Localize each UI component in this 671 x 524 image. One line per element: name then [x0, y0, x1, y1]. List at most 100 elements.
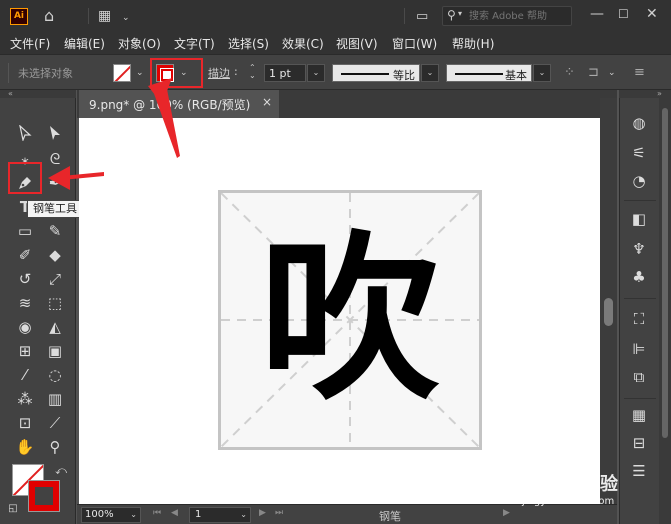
transform-panel-icon[interactable]: ⛶ — [628, 308, 650, 330]
slice-tool-icon[interactable]: ⟋ — [44, 412, 66, 434]
artboard-number-dropdown[interactable]: 1 ⌄ — [189, 507, 251, 523]
expand-icon[interactable]: » — [657, 90, 662, 98]
stroke-weight-dropdown[interactable]: ⌄ — [307, 64, 325, 82]
chevron-down-icon[interactable]: ⌄ — [180, 68, 188, 78]
baidu-watermark: Baidu 经验 jingyan.baidu.com — [508, 466, 658, 516]
zoom-level-dropdown[interactable]: 100% ⌄ — [81, 507, 141, 523]
chevron-down-icon[interactable]: ⌄ — [130, 508, 137, 522]
mesh-tool-icon[interactable]: ⊞ — [14, 340, 36, 362]
eyedropper-tool-icon[interactable]: ⁄ — [14, 364, 36, 386]
properties-panel-icon[interactable]: ⚟ — [628, 142, 650, 164]
swap-fill-stroke-icon[interactable]: ⤺ — [50, 460, 72, 482]
scale-tool-icon[interactable]: ⤢ — [44, 268, 66, 290]
help-search[interactable]: ⚲ ▾ — [442, 6, 572, 26]
align-icon[interactable]: ⁘ — [564, 65, 575, 80]
right-dock-scroll-thumb[interactable] — [662, 108, 668, 438]
brushes-panel-icon[interactable]: ♆ — [628, 238, 650, 260]
artboard[interactable]: 吹 — [218, 190, 482, 450]
artboards-panel-icon[interactable]: ⊟ — [628, 432, 650, 454]
fill-swatch[interactable] — [113, 64, 131, 82]
chevron-down-icon[interactable]: ⌄ — [240, 508, 247, 522]
direct-selection-tool-icon[interactable] — [44, 122, 66, 144]
artboard-number: 1 — [195, 509, 202, 520]
document-tab[interactable]: 9.png* @ 100% (RGB/预览) × — [79, 90, 279, 118]
right-panel-dock: ◍ ⚟ ◔ ◧ ♆ ♣ ⛶ ⊫ ⧉ ▦ ⊟ ☰ — [619, 98, 659, 524]
chevron-down-icon[interactable]: ⌄ — [136, 68, 144, 78]
rectangle-tool-icon[interactable]: ▭ — [14, 220, 36, 242]
menu-view[interactable]: 视图(V) — [336, 35, 378, 52]
vertical-scroll-thumb[interactable] — [604, 298, 613, 326]
shape-builder-tool-icon[interactable]: ◉ — [14, 316, 36, 338]
width-tool-icon[interactable]: ≋ — [14, 292, 36, 314]
brush-label: 基本 — [505, 69, 527, 82]
last-artboard-icon[interactable]: ⏭ — [275, 508, 283, 518]
brush-definition[interactable]: 基本 — [446, 64, 532, 82]
menu-help[interactable]: 帮助(H) — [452, 35, 494, 52]
profile-line — [341, 73, 389, 75]
eraser-tool-icon[interactable]: ◆ — [44, 244, 66, 266]
tools-panel: ⁎ ᘓ ✒ T ▭ ✎ ✐ ◆ ↺ ⤢ ≋ ⬚ ◉ ◭ ⊞ ▣ ⁄ ◌ ⁂ ▥ … — [0, 98, 76, 524]
libraries-panel-icon[interactable]: ◧ — [628, 208, 650, 230]
gradient-tool-icon[interactable]: ▣ — [44, 340, 66, 362]
close-icon[interactable]: × — [262, 95, 272, 109]
menu-window[interactable]: 窗口(W) — [392, 35, 437, 52]
next-artboard-icon[interactable]: ▶ — [259, 508, 266, 518]
artboard-tool-icon[interactable]: ⊡ — [14, 412, 36, 434]
perspective-grid-tool-icon[interactable]: ◭ — [44, 316, 66, 338]
first-artboard-icon[interactable]: ⏮ — [153, 508, 161, 518]
stroke-weight-input[interactable] — [264, 64, 306, 82]
align-panel-icon[interactable]: ⊫ — [628, 338, 650, 360]
symbols-panel-icon[interactable]: ♣ — [628, 266, 650, 288]
shaper-tool-icon[interactable]: ✐ — [14, 244, 36, 266]
panel-menu-icon[interactable]: ≡ — [634, 65, 645, 80]
symbol-sprayer-tool-icon[interactable]: ⁂ — [14, 388, 36, 410]
vertical-scrollbar[interactable] — [600, 98, 617, 504]
arrange-documents-icon[interactable]: ▭ — [416, 9, 428, 25]
menu-effect[interactable]: 效果(C) — [282, 35, 324, 52]
column-graph-tool-icon[interactable]: ▥ — [44, 388, 66, 410]
color-guide-icon[interactable]: ◔ — [628, 170, 650, 192]
chevron-down-icon[interactable]: ⌄ — [608, 68, 616, 78]
rotate-tool-icon[interactable]: ↺ — [14, 268, 36, 290]
workspace-layout-icon[interactable]: ▦ — [98, 8, 111, 24]
curvature-tool-icon[interactable]: ✒ — [44, 172, 66, 194]
collapse-icon[interactable]: « — [8, 90, 13, 98]
chevron-down-icon[interactable]: ▾ — [458, 9, 462, 18]
minimize-icon[interactable]: — — [590, 6, 604, 22]
menu-edit[interactable]: 编辑(E) — [64, 35, 105, 52]
home-icon[interactable]: ⌂ — [44, 8, 54, 24]
right-dock-scrollbar[interactable] — [659, 98, 671, 524]
paintbrush-tool-icon[interactable]: ✎ — [44, 220, 66, 242]
panel-separator — [624, 398, 656, 399]
maximize-icon[interactable]: ☐ — [618, 7, 629, 21]
default-fill-stroke-icon[interactable]: ◱ — [2, 498, 24, 520]
stroke-weight-spinner[interactable]: ⌃ ⌄ — [249, 64, 256, 80]
profile-dropdown[interactable]: ⌄ — [421, 64, 439, 82]
hand-tool-icon[interactable]: ✋ — [14, 436, 36, 458]
right-panel-collapse-strip[interactable]: » — [619, 90, 671, 98]
menu-object[interactable]: 对象(O) — [118, 35, 161, 52]
previous-artboard-icon[interactable]: ◀ — [171, 508, 178, 518]
close-icon[interactable]: ✕ — [646, 6, 658, 22]
swatches-panel-icon[interactable]: ▦ — [628, 404, 650, 426]
color-panel-icon[interactable]: ◍ — [628, 112, 650, 134]
pathfinder-panel-icon[interactable]: ⧉ — [628, 366, 650, 388]
stroke-color-swatch[interactable] — [28, 480, 60, 512]
menu-type[interactable]: 文字(T) — [174, 35, 215, 52]
profile-label: 等比 — [393, 69, 415, 82]
selection-tool-icon[interactable] — [14, 122, 36, 144]
menu-file[interactable]: 文件(F) — [10, 35, 50, 52]
help-search-input[interactable] — [469, 9, 569, 23]
free-transform-tool-icon[interactable]: ⬚ — [44, 292, 66, 314]
title-separator — [404, 8, 405, 24]
left-panel-collapse-strip[interactable]: « — [0, 90, 76, 98]
brush-dropdown[interactable]: ⌄ — [533, 64, 551, 82]
menu-select[interactable]: 选择(S) — [228, 35, 269, 52]
variable-width-profile[interactable]: 等比 — [332, 64, 420, 82]
canvas-area[interactable]: 吹 — [79, 118, 600, 504]
blend-tool-icon[interactable]: ◌ — [44, 364, 66, 386]
transform-icon[interactable]: ⊐ — [588, 65, 599, 80]
zoom-tool-icon[interactable]: ⚲ — [44, 436, 66, 458]
lasso-tool-icon[interactable]: ᘓ — [44, 148, 66, 170]
chevron-down-icon[interactable]: ⌄ — [122, 10, 130, 26]
